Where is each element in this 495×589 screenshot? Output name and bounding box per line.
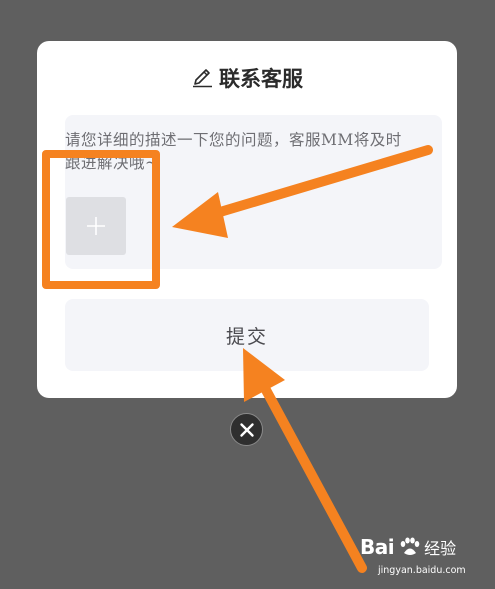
paw-icon (400, 537, 420, 555)
close-icon (239, 422, 254, 437)
dialog-title: 联系客服 (37, 63, 457, 93)
close-button[interactable] (230, 413, 263, 446)
dialog-title-text: 联系客服 (219, 66, 303, 91)
description-textarea[interactable]: 请您详细的描述一下您的问题，客服MM将及时跟进解决哦~ (65, 115, 442, 269)
watermark-url: jingyan.baidu.com (378, 565, 466, 576)
watermark-jingyan-text: 经验 (424, 539, 457, 558)
baidu-jingyan-watermark: Bai 经验 jingyan.baidu.com (360, 535, 490, 583)
contact-support-dialog: 联系客服 请您详细的描述一下您的问题，客服MM将及时跟进解决哦~ 提交 (37, 41, 457, 398)
description-placeholder: 请您详细的描述一下您的问题，客服MM将及时跟进解决哦~ (65, 131, 402, 172)
plus-icon (87, 217, 105, 235)
pencil-icon (193, 69, 212, 88)
watermark-logo-text: Bai (360, 535, 395, 559)
add-image-button[interactable] (66, 197, 126, 255)
submit-button[interactable]: 提交 (65, 299, 429, 371)
